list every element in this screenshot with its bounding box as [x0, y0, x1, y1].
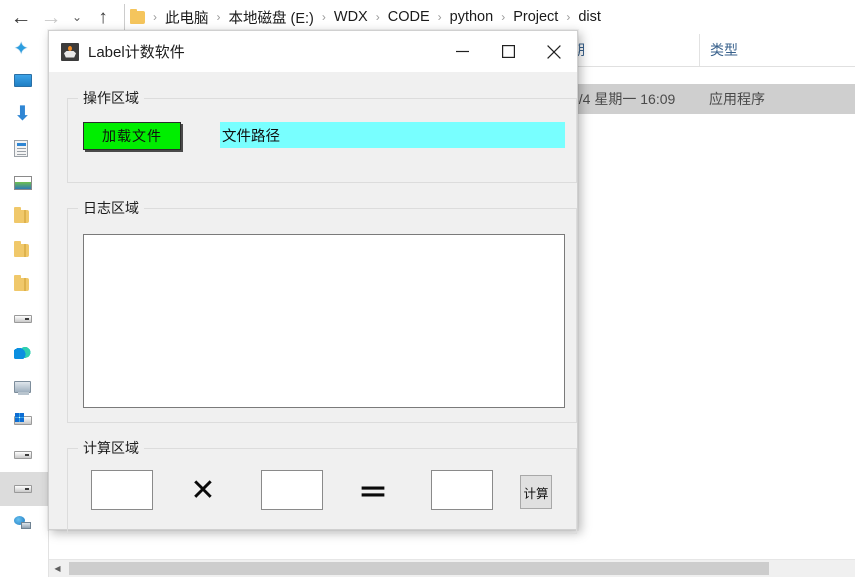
calc-result-field[interactable]: [431, 470, 493, 510]
breadcrumb-separator: ›: [501, 10, 506, 24]
close-icon[interactable]: [531, 31, 577, 72]
forward-icon[interactable]: →: [36, 2, 66, 32]
breadcrumb-item-python[interactable]: python: [448, 9, 496, 25]
dialog-title-bar[interactable]: Label计数软件: [49, 31, 577, 72]
address-bar[interactable]: › 此电脑 › 本地磁盘 (E:) › WDX › CODE › python …: [124, 4, 855, 30]
breadcrumb-separator: ›: [375, 10, 380, 24]
drive-icon: [14, 485, 32, 493]
sidebar-item-pictures[interactable]: [0, 166, 48, 200]
log-area-title: 日志区域: [78, 198, 144, 218]
scrollbar-thumb[interactable]: [69, 562, 769, 575]
chevron-down-icon[interactable]: ⌄: [66, 2, 88, 32]
column-header-date[interactable]: 期: [561, 34, 681, 66]
folder-icon: [130, 8, 145, 24]
maximize-icon[interactable]: [485, 31, 531, 72]
breadcrumb-separator: ›: [437, 10, 442, 24]
folder-icon: [14, 241, 29, 257]
breadcrumb-separator: ›: [321, 10, 326, 24]
breadcrumb-item-code[interactable]: CODE: [386, 9, 432, 25]
load-file-button[interactable]: 加载文件: [83, 122, 181, 150]
window-controls: [439, 31, 577, 72]
calculation-area-title: 计算区域: [78, 438, 144, 458]
breadcrumb-separator: ›: [153, 10, 157, 24]
explorer-navigation-bar: ← → ⌄ ↑ › 此电脑 › 本地磁盘 (E:) › WDX › CODE ›…: [0, 0, 855, 34]
breadcrumb-item-dist[interactable]: dist: [576, 9, 603, 25]
back-icon[interactable]: ←: [6, 2, 36, 32]
cell-date: 3/4 星期一 16:09: [571, 91, 676, 107]
network-icon: [14, 516, 31, 529]
drive-icon: [14, 315, 32, 323]
pictures-icon: [14, 176, 32, 190]
up-icon[interactable]: ↑: [88, 2, 118, 32]
sidebar-item-folder-3[interactable]: [0, 268, 48, 302]
desktop-icon: [14, 74, 32, 87]
sidebar-item-downloads[interactable]: ⬇: [0, 98, 48, 132]
drive-icon: [14, 451, 32, 459]
breadcrumb-separator: ›: [216, 10, 221, 24]
multiply-icon: ✕: [190, 472, 216, 508]
explorer-sidebar: ✦ ⬇: [0, 34, 48, 577]
sidebar-item-this-pc[interactable]: [0, 370, 48, 404]
dialog-title: Label计数软件: [88, 44, 185, 61]
windows-drive-icon: [14, 413, 32, 425]
this-pc-icon: [14, 381, 31, 395]
equals-icon: ＝: [358, 476, 388, 511]
breadcrumb-item-this-pc[interactable]: 此电脑: [163, 7, 211, 28]
downloads-icon: ⬇: [14, 103, 31, 125]
file-path-input[interactable]: 文件路径: [220, 122, 565, 148]
sidebar-item-drive-3-selected[interactable]: [0, 472, 48, 506]
column-header-type[interactable]: 类型: [699, 34, 849, 66]
log-area-group: 日志区域: [67, 198, 577, 423]
minimize-icon[interactable]: [439, 31, 485, 72]
sidebar-item-onedrive[interactable]: [0, 336, 48, 370]
calculate-button[interactable]: 计算: [520, 475, 552, 509]
breadcrumb-item-local-disk-e[interactable]: 本地磁盘 (E:): [227, 7, 316, 28]
operation-area-title: 操作区域: [78, 88, 144, 108]
onedrive-cloud-icon: [14, 347, 31, 359]
sidebar-item-drive-1[interactable]: [0, 302, 48, 336]
sidebar-item-quick-access[interactable]: ✦: [0, 34, 48, 64]
scroll-left-icon[interactable]: ◀: [49, 560, 66, 577]
sidebar-item-folder-2[interactable]: [0, 234, 48, 268]
sidebar-item-network[interactable]: [0, 506, 48, 540]
calculation-area-group: 计算区域 ✕ ＝ 计算: [67, 438, 577, 534]
operation-area-group: 操作区域 加载文件 文件路径: [67, 88, 577, 183]
calc-input-a[interactable]: [91, 470, 153, 510]
calc-input-b[interactable]: [261, 470, 323, 510]
breadcrumb-item-wdx[interactable]: WDX: [332, 9, 370, 25]
dialog-body: 操作区域 加载文件 文件路径 日志区域 计算区域 ✕ ＝ 计算: [49, 72, 577, 534]
quick-access-star-icon: ✦: [14, 39, 29, 58]
horizontal-scrollbar[interactable]: ◀: [49, 559, 855, 577]
documents-icon: [14, 140, 28, 157]
app-icon: [61, 42, 79, 61]
sidebar-item-drive-2[interactable]: [0, 438, 48, 472]
folder-icon: [14, 275, 29, 291]
sidebar-item-documents[interactable]: [0, 132, 48, 166]
label-counter-dialog: Label计数软件 操作区域 加载文件 文件路径 日志区域 计算区域 ✕ ＝ 计…: [48, 30, 578, 534]
cell-type: 应用程序: [709, 91, 765, 107]
breadcrumb-separator: ›: [566, 10, 571, 24]
sidebar-item-desktop[interactable]: [0, 64, 48, 98]
folder-icon: [14, 207, 29, 223]
log-textarea[interactable]: [83, 234, 565, 408]
sidebar-item-windows-drive[interactable]: [0, 404, 48, 438]
breadcrumb-item-project[interactable]: Project: [511, 9, 560, 25]
sidebar-item-folder-1[interactable]: [0, 200, 48, 234]
